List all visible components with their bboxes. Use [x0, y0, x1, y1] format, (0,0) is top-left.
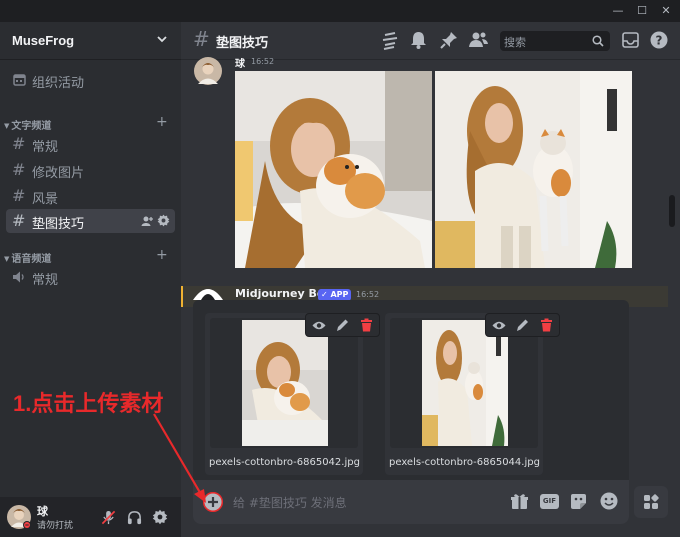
apps-icon	[644, 494, 659, 509]
hash-icon: #	[193, 27, 210, 51]
attachment-tray: pexels-cottonbro-6865042.jpg pexels-cott…	[193, 300, 629, 480]
avatar[interactable]	[193, 57, 223, 85]
channel-label: 常规	[32, 273, 59, 288]
eye-icon[interactable]	[492, 320, 506, 331]
voice-channel-general[interactable]: 常规	[6, 265, 175, 289]
events-item[interactable]: 组织活动	[6, 68, 175, 92]
emoji-icon[interactable]	[600, 492, 618, 510]
maximize-button[interactable]: ☐	[634, 3, 650, 19]
channel-label: 垫图技巧	[32, 217, 85, 232]
scrollbar-thumb[interactable]	[669, 195, 675, 227]
pencil-icon[interactable]	[516, 318, 529, 332]
channel-label: 风景	[32, 192, 59, 207]
attachment-card[interactable]: pexels-cottonbro-6865044.jpg	[385, 313, 560, 475]
attachment-thumbnail	[242, 320, 328, 446]
attachment-preview	[390, 318, 538, 448]
message-composer: 给 #垫图技巧 发消息 GIF	[193, 480, 629, 524]
add-channel-button[interactable]: +	[156, 114, 168, 130]
threads-icon[interactable]	[381, 32, 399, 50]
add-voice-channel-button[interactable]: +	[156, 247, 168, 263]
message-author[interactable]: Midjourney Bot	[235, 287, 330, 300]
image-attachment[interactable]	[235, 71, 432, 268]
hash-icon: #	[12, 134, 26, 153]
mute-mic-icon[interactable]	[101, 510, 116, 525]
image-attachment[interactable]	[435, 71, 632, 268]
inbox-icon[interactable]	[622, 32, 639, 48]
avatar[interactable]	[7, 505, 31, 529]
user-name: 球	[37, 505, 48, 518]
user-status: 请勿打扰	[37, 521, 74, 531]
channel-label: 修改图片	[32, 166, 85, 181]
channel-header: # 垫图技巧 搜索 ?	[181, 22, 680, 60]
hash-icon: #	[12, 186, 26, 205]
hash-icon: #	[12, 211, 26, 230]
channel-item-general[interactable]: # 常规	[6, 132, 175, 156]
channel-title: 垫图技巧	[216, 36, 269, 51]
message-input[interactable]: 给 #垫图技巧 发消息	[233, 494, 347, 511]
hash-icon: #	[12, 160, 26, 179]
headphones-icon[interactable]	[127, 510, 142, 525]
gear-icon[interactable]	[152, 509, 168, 525]
chevron-down-icon	[157, 36, 167, 43]
title-bar: — ☐ ✕	[0, 0, 680, 22]
close-button[interactable]: ✕	[658, 3, 674, 19]
channel-item-edit-images[interactable]: # 修改图片	[6, 158, 175, 182]
attachment-preview	[210, 318, 358, 448]
gift-icon[interactable]	[511, 493, 528, 510]
channel-item-scenery[interactable]: # 风景	[6, 184, 175, 208]
search-box[interactable]: 搜索	[500, 31, 610, 51]
attachment-thumbnail	[422, 320, 508, 446]
events-icon	[13, 74, 26, 86]
channel-label: 常规	[32, 140, 59, 155]
pin-icon[interactable]	[440, 31, 458, 49]
message-author[interactable]: 球	[235, 55, 245, 70]
bell-icon[interactable]	[410, 31, 427, 49]
trash-icon[interactable]	[540, 318, 553, 332]
category-text-channels[interactable]: ▼ 文字频道	[4, 117, 51, 132]
trash-icon[interactable]	[360, 318, 373, 332]
eye-icon[interactable]	[312, 320, 326, 331]
annotation-arrow	[153, 413, 206, 503]
tutorial-annotation: 1.点击上传素材	[13, 391, 164, 416]
apps-button[interactable]	[634, 486, 668, 518]
help-icon[interactable]: ?	[650, 31, 668, 49]
server-name: MuseFrog	[12, 33, 75, 48]
server-header[interactable]: MuseFrog	[0, 22, 181, 60]
gear-icon[interactable]	[157, 214, 170, 227]
attachment-filename: pexels-cottonbro-6865042.jpg	[209, 457, 360, 468]
events-label: 组织活动	[32, 76, 85, 91]
attachment-card[interactable]: pexels-cottonbro-6865042.jpg	[205, 313, 380, 475]
channel-item-image-prompt-tips[interactable]: # 垫图技巧	[6, 209, 175, 233]
search-placeholder: 搜索	[504, 36, 526, 49]
minimize-button[interactable]: —	[610, 3, 626, 19]
gif-button[interactable]: GIF	[540, 494, 559, 509]
attachment-filename: pexels-cottonbro-6865044.jpg	[389, 457, 540, 468]
avatar[interactable]	[193, 286, 223, 300]
members-icon[interactable]	[469, 31, 488, 49]
category-voice-channels[interactable]: ▼ 语音频道	[4, 250, 51, 265]
svg-text:?: ?	[656, 34, 663, 48]
attachment-toolbar	[485, 313, 560, 337]
add-member-icon[interactable]	[141, 215, 153, 227]
category-label: 文字频道	[11, 121, 52, 132]
search-icon	[592, 35, 604, 47]
speaker-icon	[13, 271, 24, 283]
attachment-toolbar	[305, 313, 380, 337]
message-timestamp: 16:52	[356, 290, 380, 299]
pencil-icon[interactable]	[336, 318, 349, 332]
sticker-icon[interactable]	[570, 493, 587, 510]
message-timestamp: 16:52	[251, 57, 275, 66]
category-label: 语音频道	[11, 254, 52, 265]
